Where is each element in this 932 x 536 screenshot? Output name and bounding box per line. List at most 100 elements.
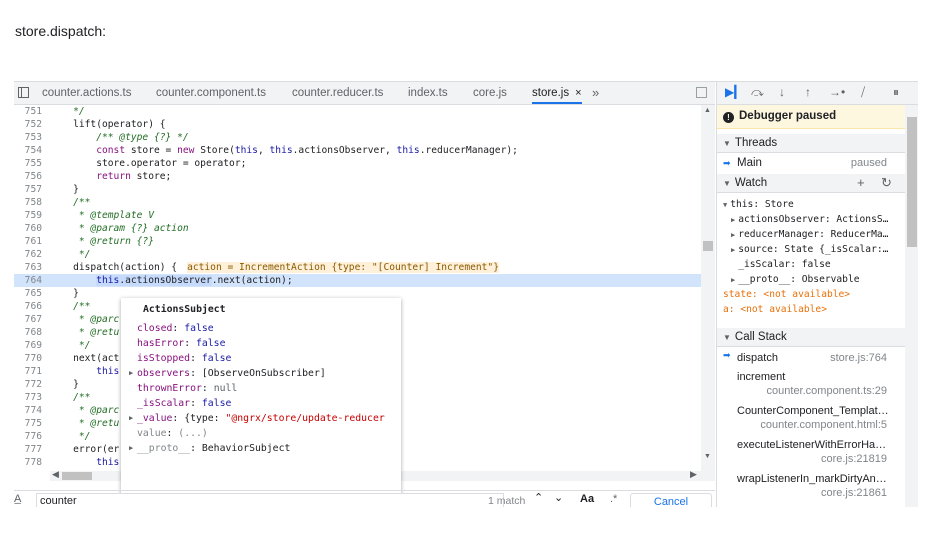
line-number[interactable]: 776 xyxy=(14,430,42,443)
tab-counter-reducer[interactable]: counter.reducer.ts xyxy=(292,82,383,104)
line-number[interactable]: 779 xyxy=(14,469,42,471)
tab-store[interactable]: store.js × xyxy=(532,82,582,104)
line-number[interactable]: 768 xyxy=(14,326,42,339)
step-out-icon[interactable]: ↑ xyxy=(805,85,811,99)
scroll-down-icon[interactable]: ▼ xyxy=(704,453,711,460)
tab-counter-actions[interactable]: counter.actions.ts xyxy=(42,82,132,104)
resume-icon[interactable]: ▶▎ xyxy=(725,85,743,99)
code-line[interactable]: 757 } xyxy=(14,183,701,196)
sidebar-scrollbar[interactable] xyxy=(905,105,918,507)
code-line[interactable]: 755 store.operator = operator; xyxy=(14,157,701,170)
line-number[interactable]: 753 xyxy=(14,131,42,144)
threads-section-header[interactable]: ▼ Threads xyxy=(717,134,905,153)
line-number[interactable]: 751 xyxy=(14,105,42,118)
line-number[interactable]: 773 xyxy=(14,391,42,404)
thread-item-main[interactable]: ➡ Main paused xyxy=(717,155,905,171)
line-number[interactable]: 763 xyxy=(14,261,42,274)
code-line[interactable]: 758 /** xyxy=(14,196,701,209)
code-line[interactable]: 763 dispatch(action) {action = Increment… xyxy=(14,261,701,274)
expand-icon[interactable]: ▶ xyxy=(129,441,133,456)
tab-counter-component[interactable]: counter.component.ts xyxy=(156,82,266,104)
line-number[interactable]: 764 xyxy=(14,274,42,287)
callstack-frame[interactable]: wrapListenerIn_markDirtyAnd… core.js:2186… xyxy=(717,473,905,505)
scroll-right-icon[interactable]: ▶ xyxy=(690,469,697,480)
cancel-button[interactable]: Cancel xyxy=(630,493,712,507)
code-line[interactable]: 753 /** @type {?} */ xyxy=(14,131,701,144)
line-number[interactable]: 777 xyxy=(14,443,42,456)
more-tabs-icon[interactable]: » xyxy=(592,82,599,104)
expand-icon[interactable]: ▶ xyxy=(731,246,735,254)
line-number[interactable]: 771 xyxy=(14,365,42,378)
line-number[interactable]: 754 xyxy=(14,144,42,157)
collapse-icon[interactable]: ▼ xyxy=(723,201,727,209)
scrollbar-thumb[interactable] xyxy=(703,241,713,251)
popover-property[interactable]: ▶ _value: {type: "@ngrx/store/update-redu… xyxy=(129,411,385,426)
callstack-frame[interactable]: executeListenerWithErrorHan… core.js:2181… xyxy=(717,439,905,471)
code-line[interactable]: 751 */ xyxy=(14,105,701,118)
line-number[interactable]: 755 xyxy=(14,157,42,170)
expand-icon[interactable]: ▶ xyxy=(129,366,133,381)
expand-icon[interactable]: ▶ xyxy=(129,411,133,426)
code-line[interactable]: 759 * @template V xyxy=(14,209,701,222)
watch-expression[interactable]: a: <not available> xyxy=(723,302,903,317)
line-number[interactable]: 757 xyxy=(14,183,42,196)
line-number[interactable]: 772 xyxy=(14,378,42,391)
watch-expression[interactable]: ▶ actionsObserver: ActionsS… xyxy=(731,212,911,227)
search-input[interactable] xyxy=(36,493,504,507)
code-line[interactable]: 752 lift(operator) { xyxy=(14,118,701,131)
expand-icon[interactable]: ▶ xyxy=(731,231,735,239)
regex-button[interactable]: .* xyxy=(610,493,617,505)
add-watch-icon[interactable]: + xyxy=(857,174,865,192)
line-number[interactable]: 759 xyxy=(14,209,42,222)
scrollbar-thumb[interactable] xyxy=(62,472,92,480)
line-number[interactable]: 756 xyxy=(14,170,42,183)
line-number[interactable]: 765 xyxy=(14,287,42,300)
callstack-frame[interactable]: CounterComponent_Template… counter.compon… xyxy=(717,405,905,437)
watch-expression[interactable]: ▶ __proto__: Observable xyxy=(731,272,911,287)
step-icon[interactable]: →• xyxy=(829,85,845,99)
callstack-frame[interactable]: ➡ dispatch store.js:764 xyxy=(717,350,905,366)
watch-expression[interactable]: ▶_isScalar: false xyxy=(731,257,911,272)
code-line[interactable]: 761 * @return {?} xyxy=(14,235,701,248)
next-match-icon[interactable]: ⌄ xyxy=(554,491,563,504)
line-number[interactable]: 761 xyxy=(14,235,42,248)
scroll-up-icon[interactable]: ▲ xyxy=(704,107,711,114)
refresh-icon[interactable]: ↻ xyxy=(881,174,892,192)
line-number[interactable]: 774 xyxy=(14,404,42,417)
match-case-icon[interactable]: A̲ xyxy=(14,493,21,505)
popover-property[interactable]: ▶ __proto__: BehaviorSubject xyxy=(129,441,290,456)
line-number[interactable]: 760 xyxy=(14,222,42,235)
tab-index[interactable]: index.ts xyxy=(408,82,448,104)
tab-core[interactable]: core.js xyxy=(473,82,507,104)
step-into-icon[interactable]: ↓ xyxy=(779,85,785,99)
line-number[interactable]: 762 xyxy=(14,248,42,261)
expand-icon[interactable]: ▶ xyxy=(731,216,735,224)
previous-match-icon[interactable]: ⌃ xyxy=(534,491,543,504)
watch-expression[interactable]: ▼ this: Store xyxy=(723,197,903,212)
code-line[interactable]: 760 * @param {?} action xyxy=(14,222,701,235)
line-number[interactable]: 770 xyxy=(14,352,42,365)
watch-expression[interactable]: state: <not available> xyxy=(723,287,903,302)
paused-code-line[interactable]: 764 this.actionsObserver.next(action); xyxy=(14,274,701,287)
watch-expression[interactable]: ▶ source: State {_isScalar:… xyxy=(731,242,911,257)
line-number[interactable]: 752 xyxy=(14,118,42,131)
code-line[interactable]: 762 */ xyxy=(14,248,701,261)
line-number[interactable]: 767 xyxy=(14,313,42,326)
toggle-debugger-icon[interactable] xyxy=(696,87,707,98)
code-line[interactable]: 754 const store = new Store(this, this.a… xyxy=(14,144,701,157)
watch-expression[interactable]: ▶ reducerManager: ReducerMa… xyxy=(731,227,911,242)
case-sensitive-button[interactable]: Aa xyxy=(580,493,594,505)
expand-icon[interactable]: ▶ xyxy=(731,276,735,284)
popover-property[interactable]: ▶ observers: [ObserveOnSubscriber] xyxy=(129,366,326,381)
watch-section-header[interactable]: ▼ Watch + ↻ xyxy=(717,174,905,193)
line-number[interactable]: 769 xyxy=(14,339,42,352)
deactivate-breakpoints-icon[interactable]: ⧸ xyxy=(861,85,865,100)
editor-vertical-scrollbar[interactable]: ▲ ▼ xyxy=(701,105,715,481)
close-tab-icon[interactable]: × xyxy=(575,87,581,99)
line-number[interactable]: 775 xyxy=(14,417,42,430)
step-over-icon[interactable]: ⤼ xyxy=(751,85,764,100)
toggle-navigator-icon[interactable] xyxy=(18,87,29,98)
line-number[interactable]: 766 xyxy=(14,300,42,313)
pause-on-exceptions-icon[interactable]: ⏸ xyxy=(893,85,899,100)
callstack-section-header[interactable]: ▼ Call Stack xyxy=(717,328,905,347)
